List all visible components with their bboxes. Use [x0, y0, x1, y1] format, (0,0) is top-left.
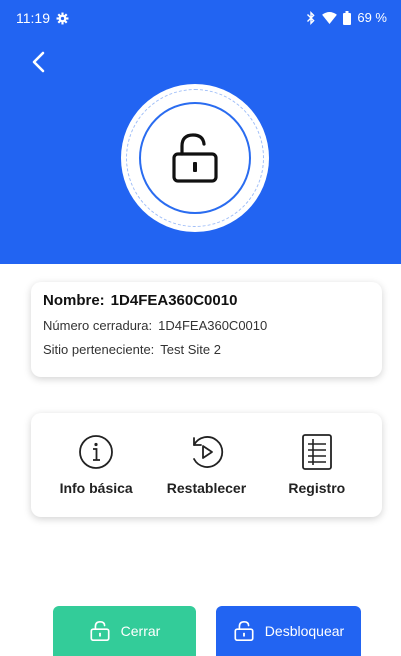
basic-info-label: Info básica: [59, 480, 133, 496]
lock-status-dashed-ring: [126, 89, 264, 227]
status-time: 11:19: [16, 10, 50, 26]
reset-history-icon: [193, 436, 224, 468]
unlock-button[interactable]: Desbloquear: [216, 606, 361, 656]
lock-number-value: 1D4FEA360C0010: [158, 318, 268, 333]
lock-site-value: Test Site 2: [160, 342, 221, 357]
info-icon: [79, 435, 114, 469]
log-list-icon: [301, 434, 332, 470]
log-label: Registro: [288, 480, 346, 496]
unlocked-padlock-icon: [234, 621, 254, 641]
battery-percent: 69 %: [357, 10, 387, 25]
lock-status-circle: [121, 84, 269, 232]
header: 11:19 69 %: [0, 0, 401, 264]
lock-site-label: Sitio perteneciente:: [43, 342, 155, 357]
status-right: 69 %: [306, 10, 387, 25]
status-left: 11:19: [16, 10, 69, 26]
lock-name-row: Nombre: 1D4FEA360C0010: [43, 292, 370, 309]
lock-name-value: 1D4FEA360C0010: [110, 292, 238, 309]
close-lock-label: Cerrar: [120, 623, 161, 639]
close-lock-button[interactable]: Cerrar: [53, 606, 196, 656]
lock-number-label: Número cerradura:: [43, 318, 153, 333]
actions-card: Info básica Restablecer Registro: [31, 413, 382, 517]
reset-label: Restablecer: [166, 480, 247, 496]
reset-button[interactable]: Restablecer: [156, 434, 256, 496]
padlock-icon: [90, 621, 110, 641]
back-button[interactable]: [28, 50, 50, 74]
unlocked-padlock-icon: [172, 133, 218, 183]
lock-number-row: Número cerradura: 1D4FEA360C0010: [43, 318, 370, 333]
settings-gear-icon: [56, 12, 69, 25]
battery-icon: [343, 10, 352, 25]
lock-status-inner-ring: [139, 102, 251, 214]
bluetooth-icon: [306, 10, 316, 25]
lock-info-card: Nombre: 1D4FEA360C0010 Número cerradura:…: [31, 282, 382, 377]
lock-site-row: Sitio perteneciente: Test Site 2: [43, 342, 370, 357]
lock-name-label: Nombre:: [43, 292, 105, 309]
basic-info-button[interactable]: Info básica: [46, 434, 146, 496]
status-bar: 11:19 69 %: [0, 0, 401, 34]
log-button[interactable]: Registro: [267, 434, 367, 496]
chevron-left-icon: [32, 51, 45, 73]
wifi-icon: [322, 11, 338, 24]
unlock-label: Desbloquear: [264, 623, 345, 639]
